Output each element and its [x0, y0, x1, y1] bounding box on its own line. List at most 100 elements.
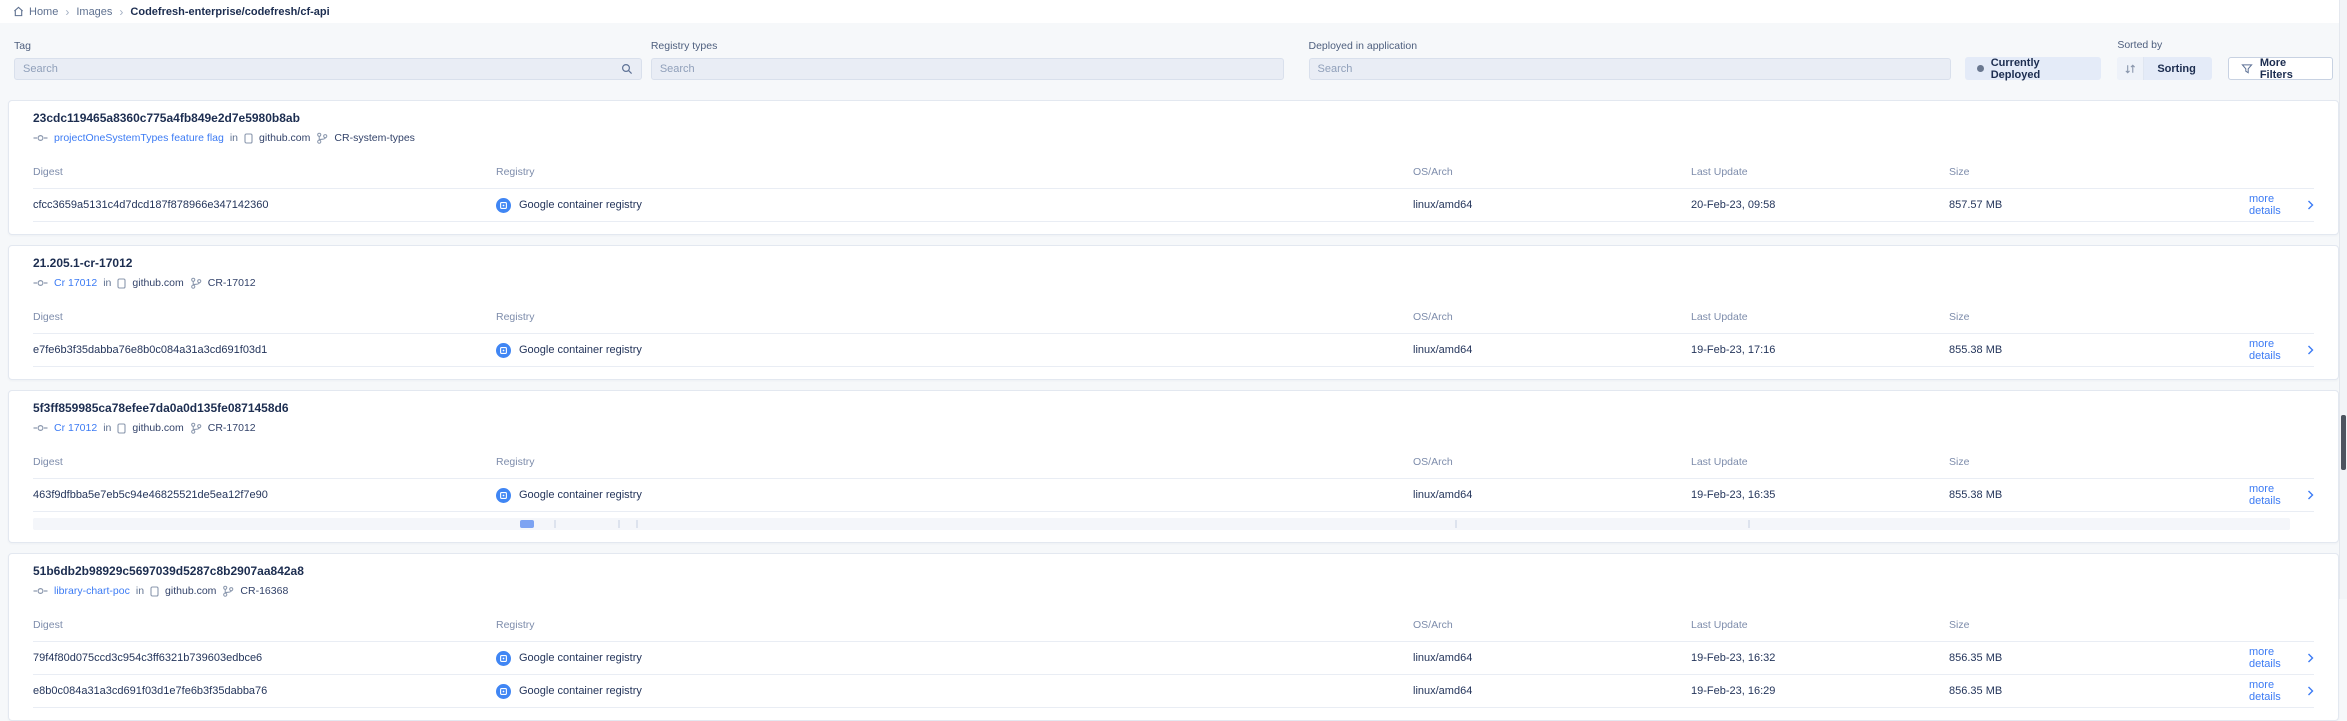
digest-column-header: Digest — [33, 456, 496, 468]
image-card: 51b6db2b98929c5697039d5287c8b2907aa842a8… — [8, 553, 2339, 721]
vertical-scrollbar-thumb[interactable] — [2341, 415, 2346, 470]
breadcrumb-home-link[interactable]: Home — [13, 6, 58, 18]
branch-name: CR-17012 — [208, 422, 256, 434]
size-value: 856.35 MB — [1949, 685, 2249, 697]
digest-value: 79f4f80d075ccd3c954c3ff6321b739603edbce6 — [33, 652, 496, 664]
deployed-in-application-filter: Deployed in application — [1309, 40, 1951, 80]
registry-column-header: Registry — [496, 311, 1413, 323]
sorting-value: Sorting — [2144, 57, 2212, 80]
registry-types-filter-label: Registry types — [651, 40, 1284, 52]
last-update-column-header: Last Update — [1691, 311, 1949, 323]
commit-message-link[interactable]: projectOneSystemTypes feature flag — [54, 132, 224, 144]
image-digest-row: 463f9dfbba5e7eb5c94e46825521de5ea12f7e90… — [33, 479, 2314, 512]
repo-name: github.com — [132, 277, 183, 289]
chevron-right-icon — [2307, 490, 2314, 500]
branch-name: CR-17012 — [208, 277, 256, 289]
size-column-header: Size — [1949, 311, 2249, 323]
table-rows: e7fe6b3f35dabba76e8b0c084a31a3cd691f03d1… — [33, 334, 2314, 367]
sorting-select[interactable]: Sorting — [2117, 57, 2212, 80]
commit-icon — [33, 423, 48, 433]
column-tick — [618, 520, 620, 528]
more-details-link[interactable]: more details — [2249, 193, 2314, 217]
os-arch-value: linux/amd64 — [1413, 489, 1691, 501]
image-digest-row: cfcc3659a5131c4d7dcd187f878966e347142360… — [33, 189, 2314, 222]
horizontal-scrollbar-thumb[interactable] — [520, 520, 534, 528]
os-arch-value: linux/amd64 — [1413, 652, 1691, 664]
repository-icon — [150, 586, 159, 597]
digest-value: 463f9dfbba5e7eb5c94e46825521de5ea12f7e90 — [33, 489, 496, 501]
google-container-registry-icon — [496, 684, 511, 699]
column-tick — [1748, 520, 1750, 528]
more-details-link[interactable]: more details — [2249, 646, 2314, 670]
image-digest-row: e8b0c084a31a3cd691f03d1e7fe6b3f35dabba76… — [33, 675, 2314, 708]
repository-icon — [117, 423, 126, 434]
deployed-in-application-search-input[interactable] — [1318, 63, 1942, 75]
registry-name: Google container registry — [519, 489, 642, 501]
registry-types-search-input[interactable] — [660, 63, 1275, 75]
repo-name: github.com — [132, 422, 183, 434]
image-digest-row: e7fe6b3f35dabba76e8b0c084a31a3cd691f03d1… — [33, 334, 2314, 367]
digest-value: e7fe6b3f35dabba76e8b0c084a31a3cd691f03d1 — [33, 344, 496, 356]
currently-deployed-toggle[interactable]: Currently Deployed — [1965, 57, 2101, 80]
horizontal-scrollbar[interactable] — [33, 518, 2290, 530]
breadcrumb-images-link[interactable]: Images — [76, 6, 112, 18]
commit-message-link[interactable]: library-chart-poc — [54, 585, 130, 597]
in-label: in — [103, 277, 111, 289]
branch-name: CR-system-types — [334, 132, 415, 144]
tag-filter-label: Tag — [14, 40, 642, 52]
table-rows: cfcc3659a5131c4d7dcd187f878966e347142360… — [33, 189, 2314, 222]
git-branch-icon — [190, 422, 202, 434]
git-branch-icon — [190, 277, 202, 289]
digest-value: cfcc3659a5131c4d7dcd187f878966e347142360 — [33, 199, 496, 211]
registry-name: Google container registry — [519, 344, 642, 356]
currently-deployed-label: Currently Deployed — [1991, 57, 2090, 81]
size-column-header: Size — [1949, 166, 2249, 178]
registry-name: Google container registry — [519, 685, 642, 697]
table-rows: 463f9dfbba5e7eb5c94e46825521de5ea12f7e90… — [33, 479, 2314, 512]
os-arch-column-header: OS/Arch — [1413, 166, 1691, 178]
digest-column-header: Digest — [33, 166, 496, 178]
more-details-link[interactable]: more details — [2249, 338, 2314, 362]
last-update-value: 19-Feb-23, 16:29 — [1691, 685, 1949, 697]
git-branch-icon — [316, 132, 328, 144]
repo-name: github.com — [165, 585, 216, 597]
last-update-value: 19-Feb-23, 16:35 — [1691, 489, 1949, 501]
vertical-scrollbar[interactable] — [2339, 0, 2347, 599]
registry-name: Google container registry — [519, 652, 642, 664]
image-tag-title: 51b6db2b98929c5697039d5287c8b2907aa842a8 — [33, 564, 2314, 578]
chevron-right-icon — [2307, 653, 2314, 663]
in-label: in — [230, 132, 238, 144]
commit-message-link[interactable]: Cr 17012 — [54, 277, 97, 289]
chevron-right-icon: › — [119, 6, 123, 18]
branch-name: CR-16368 — [240, 585, 288, 597]
size-value: 855.38 MB — [1949, 489, 2249, 501]
commit-icon — [33, 586, 48, 596]
column-tick — [636, 520, 638, 528]
more-details-link[interactable]: more details — [2249, 679, 2314, 703]
os-arch-column-header: OS/Arch — [1413, 619, 1691, 631]
table-header-row: Digest Registry OS/Arch Last Update Size — [33, 609, 2314, 642]
more-filters-label: More Filters — [2260, 57, 2320, 81]
tag-search-input[interactable] — [23, 63, 621, 75]
more-filters-button[interactable]: More Filters — [2228, 57, 2333, 80]
last-update-value: 20-Feb-23, 09:58 — [1691, 199, 1949, 211]
repo-name: github.com — [259, 132, 310, 144]
os-arch-column-header: OS/Arch — [1413, 456, 1691, 468]
size-column-header: Size — [1949, 619, 2249, 631]
filter-bar: Tag Registry types Deployed in applicati… — [0, 23, 2347, 80]
os-arch-column-header: OS/Arch — [1413, 311, 1691, 323]
tag-filter: Tag — [14, 40, 642, 80]
breadcrumb: Home › Images › Codefresh-enterprise/cod… — [0, 0, 2347, 23]
funnel-icon — [2241, 63, 2253, 75]
os-arch-value: linux/amd64 — [1413, 685, 1691, 697]
dot-icon — [1977, 65, 1984, 72]
breadcrumb-current: Codefresh-enterprise/codefresh/cf-api — [130, 6, 329, 18]
commit-message-link[interactable]: Cr 17012 — [54, 422, 97, 434]
sort-arrows-icon — [2117, 57, 2144, 80]
last-update-value: 19-Feb-23, 17:16 — [1691, 344, 1949, 356]
git-branch-icon — [222, 585, 234, 597]
more-details-link[interactable]: more details — [2249, 483, 2314, 507]
image-tag-title: 5f3ff859985ca78efee7da0a0d135fe0871458d6 — [33, 401, 2314, 415]
column-tick — [554, 520, 556, 528]
size-column-header: Size — [1949, 456, 2249, 468]
